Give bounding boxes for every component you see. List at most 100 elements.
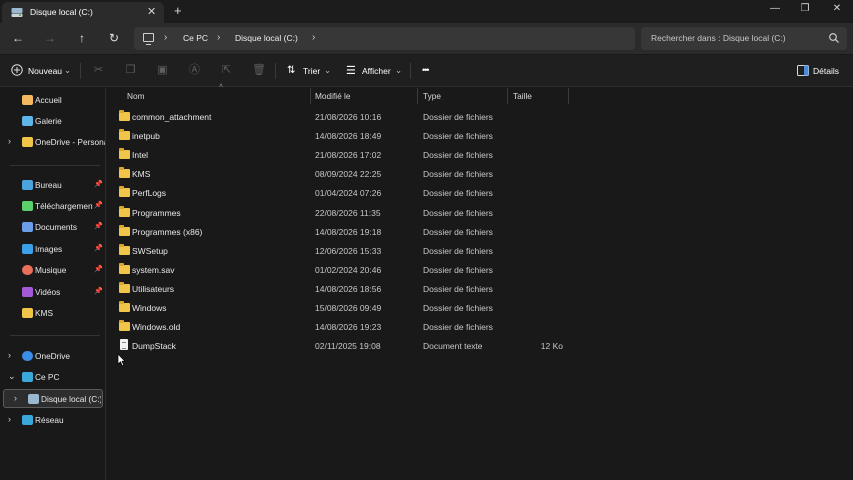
file-name: Programmes bbox=[132, 208, 181, 218]
address-bar[interactable]: › Ce PC › Disque local (C:) › bbox=[134, 27, 635, 50]
pin-icon[interactable]: 📌 bbox=[94, 222, 103, 230]
file-row[interactable]: Programmes 22/08/2026 11:35 Dossier de f… bbox=[107, 203, 853, 222]
paste-icon[interactable]: ▣ bbox=[156, 64, 169, 77]
sidebar-item-documents[interactable]: Documents 📌 bbox=[0, 218, 106, 237]
file-row[interactable]: common_attachment 21/08/2026 10:16 Dossi… bbox=[107, 107, 853, 126]
column-divider[interactable] bbox=[310, 88, 311, 104]
delete-icon[interactable]: 🗑 bbox=[252, 64, 266, 77]
column-header-type[interactable]: Type bbox=[423, 91, 441, 101]
divider bbox=[10, 335, 100, 336]
chevron-down-icon[interactable]: ⌄ bbox=[8, 371, 16, 382]
folder-icon bbox=[22, 137, 33, 147]
new-tab-button[interactable]: + bbox=[174, 3, 182, 18]
copy-icon[interactable]: ❐ bbox=[124, 64, 137, 77]
pin-icon[interactable]: 📌 bbox=[94, 287, 103, 295]
sidebar-item-images[interactable]: Images 📌 bbox=[0, 240, 106, 259]
command-bar: Nouveau ⌄ ✂ ❐ ▣ Ⓐ ⇱ 🗑 ⇅ Trier ⌄ ☰ Affich… bbox=[0, 55, 853, 87]
column-divider[interactable] bbox=[568, 88, 569, 104]
file-type: Dossier de fichiers bbox=[423, 246, 493, 256]
file-row[interactable]: Intel 21/08/2026 17:02 Dossier de fichie… bbox=[107, 145, 853, 164]
back-button[interactable]: ← bbox=[9, 29, 27, 47]
folder-icon bbox=[119, 320, 130, 331]
column-header-size[interactable]: Taille bbox=[513, 91, 532, 101]
pin-icon[interactable]: 📌 bbox=[94, 265, 103, 273]
view-button[interactable]: Afficher bbox=[362, 66, 391, 76]
file-type: Dossier de fichiers bbox=[423, 169, 493, 179]
sidebar-item-accueil[interactable]: Accueil bbox=[0, 91, 106, 110]
tab-close-button[interactable]: ✕ bbox=[147, 5, 156, 18]
sidebar-item-onedrive[interactable]: › OneDrive bbox=[0, 347, 106, 366]
chevron-down-icon[interactable]: ⌄ bbox=[64, 65, 71, 76]
file-name: common_attachment bbox=[132, 112, 212, 122]
sidebar-item-bureau[interactable]: Bureau 📌 bbox=[0, 176, 106, 195]
close-window-button[interactable]: ✕ bbox=[827, 3, 847, 14]
sort-button[interactable]: Trier bbox=[303, 66, 320, 76]
sidebar-item-videos[interactable]: Vidéos 📌 bbox=[0, 283, 106, 302]
share-icon[interactable]: ⇱ bbox=[220, 64, 233, 77]
column-header-modified[interactable]: Modifié le bbox=[315, 91, 351, 101]
column-header-name[interactable]: Nom bbox=[127, 91, 145, 101]
sidebar-item-label: OneDrive bbox=[35, 351, 71, 361]
column-divider[interactable] bbox=[417, 88, 418, 104]
chevron-right-icon[interactable]: › bbox=[312, 32, 315, 43]
file-name: KMS bbox=[132, 169, 151, 179]
file-modified: 21/08/2026 17:02 bbox=[315, 150, 382, 160]
sidebar-item-kms[interactable]: KMS bbox=[0, 304, 106, 323]
file-row[interactable]: SWSetup 12/06/2026 15:33 Dossier de fich… bbox=[107, 241, 853, 260]
pin-icon[interactable]: 📌 bbox=[94, 201, 103, 209]
view-icon: ☰ bbox=[346, 65, 356, 77]
minimize-button[interactable]: — bbox=[765, 3, 785, 14]
maximize-button[interactable]: ❐ bbox=[795, 3, 815, 14]
chevron-down-icon[interactable]: ⌄ bbox=[395, 65, 402, 76]
file-type: Dossier de fichiers bbox=[423, 188, 493, 198]
chevron-right-icon[interactable]: › bbox=[14, 393, 17, 403]
sidebar-item-musique[interactable]: Musique 📌 bbox=[0, 261, 106, 280]
chevron-right-icon[interactable]: › bbox=[8, 350, 11, 360]
chevron-down-icon[interactable]: ⌄ bbox=[324, 65, 331, 76]
tab-disque-local[interactable]: Disque local (C:) ✕ bbox=[2, 2, 164, 23]
file-modified: 21/08/2026 10:16 bbox=[315, 112, 382, 122]
file-row[interactable]: DumpStack 02/11/2025 19:08 Document text… bbox=[107, 336, 853, 355]
pin-icon[interactable]: 📌 bbox=[94, 180, 103, 188]
network-icon bbox=[22, 415, 33, 425]
file-type: Dossier de fichiers bbox=[423, 208, 493, 218]
file-row[interactable]: Windows 15/08/2026 09:49 Dossier de fich… bbox=[107, 298, 853, 317]
file-row[interactable]: system.sav 01/02/2024 20:46 Dossier de f… bbox=[107, 260, 853, 279]
more-options-button[interactable]: ••• bbox=[422, 65, 430, 75]
refresh-button[interactable]: ↻ bbox=[105, 29, 123, 47]
divider bbox=[80, 63, 81, 79]
new-button[interactable]: Nouveau bbox=[28, 66, 62, 76]
drive-icon bbox=[11, 8, 23, 17]
file-row[interactable]: PerfLogs 01/04/2024 07:26 Dossier de fic… bbox=[107, 183, 853, 202]
file-row[interactable]: Utilisateurs 14/08/2026 18:56 Dossier de… bbox=[107, 279, 853, 298]
rename-icon[interactable]: Ⓐ bbox=[188, 64, 201, 77]
sidebar-item-reseau[interactable]: › Réseau bbox=[0, 411, 106, 430]
sidebar-item-onedrive-personal[interactable]: › OneDrive - Personal bbox=[0, 133, 106, 152]
chevron-right-icon[interactable]: › bbox=[8, 414, 11, 424]
breadcrumb-ce-pc[interactable]: Ce PC bbox=[183, 33, 208, 43]
sidebar-item-label: KMS bbox=[35, 308, 53, 318]
pin-icon[interactable]: 📌 bbox=[94, 244, 103, 252]
sidebar-item-galerie[interactable]: Galerie bbox=[0, 112, 106, 131]
file-name: PerfLogs bbox=[132, 188, 167, 198]
chevron-right-icon[interactable]: › bbox=[8, 136, 11, 146]
file-name: Programmes (x86) bbox=[132, 227, 203, 237]
details-button[interactable]: Détails bbox=[813, 66, 839, 76]
file-row[interactable]: Windows.old 14/08/2026 19:23 Dossier de … bbox=[107, 317, 853, 336]
file-row[interactable]: Programmes (x86) 14/08/2026 19:18 Dossie… bbox=[107, 222, 853, 241]
file-row[interactable]: inetpub 14/08/2026 18:49 Dossier de fich… bbox=[107, 126, 853, 145]
sidebar-item-disque-local[interactable]: › Disque local (C:) bbox=[0, 390, 106, 409]
search-icon bbox=[829, 33, 839, 43]
breadcrumb-disque-local[interactable]: Disque local (C:) bbox=[235, 33, 298, 43]
file-name: system.sav bbox=[132, 265, 175, 275]
file-name: Windows.old bbox=[132, 322, 181, 332]
sidebar-item-ce-pc[interactable]: ⌄ Ce PC bbox=[0, 368, 106, 387]
sidebar-item-telechargements[interactable]: Téléchargements 📌 bbox=[0, 197, 106, 216]
search-input[interactable]: Rechercher dans : Disque local (C:) bbox=[641, 27, 847, 50]
file-row[interactable]: KMS 08/09/2024 22:25 Dossier de fichiers bbox=[107, 164, 853, 183]
cut-icon[interactable]: ✂ bbox=[92, 64, 105, 77]
column-divider[interactable] bbox=[507, 88, 508, 104]
forward-button[interactable]: → bbox=[41, 29, 59, 47]
up-button[interactable]: ↑ bbox=[73, 29, 91, 47]
file-modified: 01/02/2024 20:46 bbox=[315, 265, 382, 275]
